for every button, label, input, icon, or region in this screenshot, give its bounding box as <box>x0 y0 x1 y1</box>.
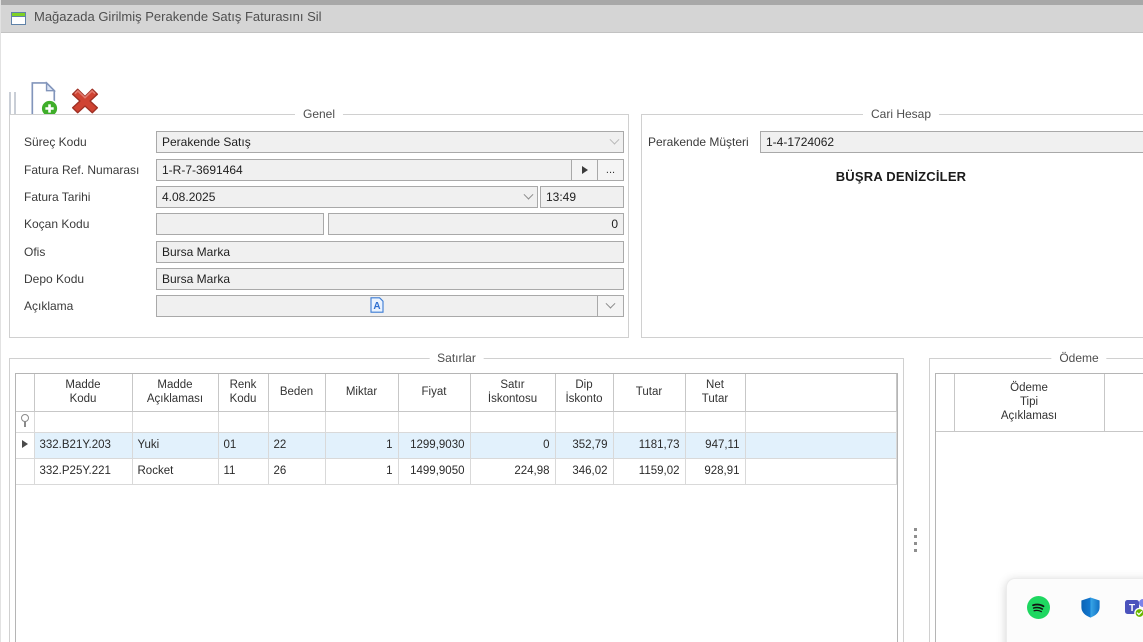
group-genel-caption: Genel <box>295 107 343 121</box>
fatura-tarihi-datepicker[interactable]: 4.08.2025 <box>156 186 538 208</box>
column-header-dip-iskonto[interactable]: Dipİskonto <box>555 374 613 411</box>
group-odeme-caption: Ödeme <box>1051 351 1106 365</box>
system-tray-flyout: T <box>1006 578 1143 642</box>
ofis-label: Ofis <box>24 241 45 263</box>
fatura-ref-next-button[interactable] <box>572 159 598 181</box>
perakende-musteri-value: 1-4-1724062 <box>766 135 1143 149</box>
column-header-filler <box>745 374 897 411</box>
chevron-down-icon <box>606 298 616 308</box>
titlebar: Mağazada Girilmiş Perakende Satış Fatura… <box>1 0 1143 33</box>
windows-security-icon[interactable] <box>1079 596 1102 619</box>
aciklama-input[interactable]: A <box>156 295 598 317</box>
auto-filter-row[interactable] <box>16 411 897 432</box>
fatura-ref-label: Fatura Ref. Numarası <box>24 159 139 181</box>
group-satirlar: Satırlar MaddeKodu MaddeAçıklaması RenkK… <box>9 358 904 642</box>
column-header-odeme-tipi-aciklamasi[interactable]: ÖdemeTipiAçıklaması <box>954 374 1104 431</box>
row-indicator-header <box>936 374 954 431</box>
ofis-value: Bursa Marka <box>162 245 618 259</box>
fatura-ref-value: 1-R-7-3691464 <box>162 163 566 177</box>
chevron-down-icon <box>610 134 620 144</box>
perakende-musteri-input[interactable]: 1-4-1724062 <box>760 131 1143 153</box>
column-header-net-tutar[interactable]: NetTutar <box>685 374 745 411</box>
depo-kodu-value: Bursa Marka <box>162 272 618 286</box>
surec-kodu-combobox[interactable]: Perakende Satış <box>156 131 624 153</box>
fatura-ref-browse-button[interactable]: ... <box>598 159 624 181</box>
customer-name: BÜŞRA DENİZCİLER <box>642 169 1143 184</box>
toolbar <box>1 34 1143 102</box>
ofis-input[interactable]: Bursa Marka <box>156 241 624 263</box>
fatura-tarihi-value: 4.08.2025 <box>162 190 525 204</box>
svg-text:T: T <box>1129 603 1135 614</box>
column-header-fiyat[interactable]: Fiyat <box>398 374 470 411</box>
group-cari-hesap: Cari Hesap Perakende Müşteri 1-4-1724062… <box>641 114 1143 338</box>
current-row-arrow-icon <box>22 440 28 448</box>
spotify-icon[interactable] <box>1027 596 1050 619</box>
text-note-icon: A <box>370 297 384 316</box>
column-header-madde-kodu[interactable]: MaddeKodu <box>34 374 132 411</box>
column-header-filler <box>1104 374 1143 431</box>
grid-header-row: MaddeKodu MaddeAçıklaması RenkKodu Beden… <box>16 374 897 411</box>
fatura-ref-input[interactable]: 1-R-7-3691464 <box>156 159 572 181</box>
kocan-sira-input[interactable]: 0 <box>328 213 624 235</box>
svg-text:A: A <box>373 301 380 312</box>
chevron-down-icon <box>524 189 534 199</box>
column-header-satir-iskontosu[interactable]: Satırİskontosu <box>470 374 555 411</box>
table-row[interactable]: 332.B21Y.203 Yuki 01 22 1 1299,9030 0 35… <box>16 432 897 458</box>
table-row[interactable]: 332.P25Y.221 Rocket 11 26 1 1499,9050 22… <box>16 458 897 484</box>
surec-kodu-label: Süreç Kodu <box>24 131 87 153</box>
group-cari-hesap-caption: Cari Hesap <box>863 107 939 121</box>
fatura-saat-value: 13:49 <box>546 190 618 204</box>
lines-grid: MaddeKodu MaddeAçıklaması RenkKodu Beden… <box>15 373 898 642</box>
fatura-tarihi-label: Fatura Tarihi <box>24 186 90 208</box>
column-header-madde-aciklamasi[interactable]: MaddeAçıklaması <box>132 374 218 411</box>
vertical-splitter[interactable] <box>910 358 922 642</box>
teams-icon[interactable]: T <box>1124 596 1143 619</box>
group-satirlar-caption: Satırlar <box>429 351 484 365</box>
aciklama-label: Açıklama <box>24 295 73 317</box>
filter-pin-icon <box>20 414 29 427</box>
column-header-tutar[interactable]: Tutar <box>613 374 685 411</box>
app-window: Mağazada Girilmiş Perakende Satış Fatura… <box>0 0 1143 642</box>
depo-kodu-input[interactable]: Bursa Marka <box>156 268 624 290</box>
row-indicator-header <box>16 374 34 411</box>
window-title: Mağazada Girilmiş Perakende Satış Fatura… <box>34 9 322 24</box>
kocan-kodu-label: Koçan Kodu <box>24 213 89 235</box>
group-genel: Genel Süreç Kodu Perakende Satış Fatura … <box>9 114 629 338</box>
column-header-beden[interactable]: Beden <box>268 374 325 411</box>
perakende-musteri-label: Perakende Müşteri <box>648 131 749 153</box>
arrow-right-icon <box>582 166 588 174</box>
column-header-miktar[interactable]: Miktar <box>325 374 398 411</box>
aciklama-dropdown-button[interactable] <box>598 295 624 317</box>
column-header-renk-kodu[interactable]: RenkKodu <box>218 374 268 411</box>
form-icon <box>11 12 26 25</box>
surec-kodu-value: Perakende Satış <box>162 135 611 149</box>
depo-kodu-label: Depo Kodu <box>24 268 84 290</box>
fatura-saat-input[interactable]: 13:49 <box>540 186 624 208</box>
grid-header-row: ÖdemeTipiAçıklaması <box>936 374 1143 431</box>
kocan-sira-value: 0 <box>334 217 618 231</box>
titlebar-top-strip <box>1 0 1143 5</box>
kocan-kodu-input[interactable] <box>156 213 324 235</box>
toolbar-grip[interactable] <box>9 92 16 114</box>
